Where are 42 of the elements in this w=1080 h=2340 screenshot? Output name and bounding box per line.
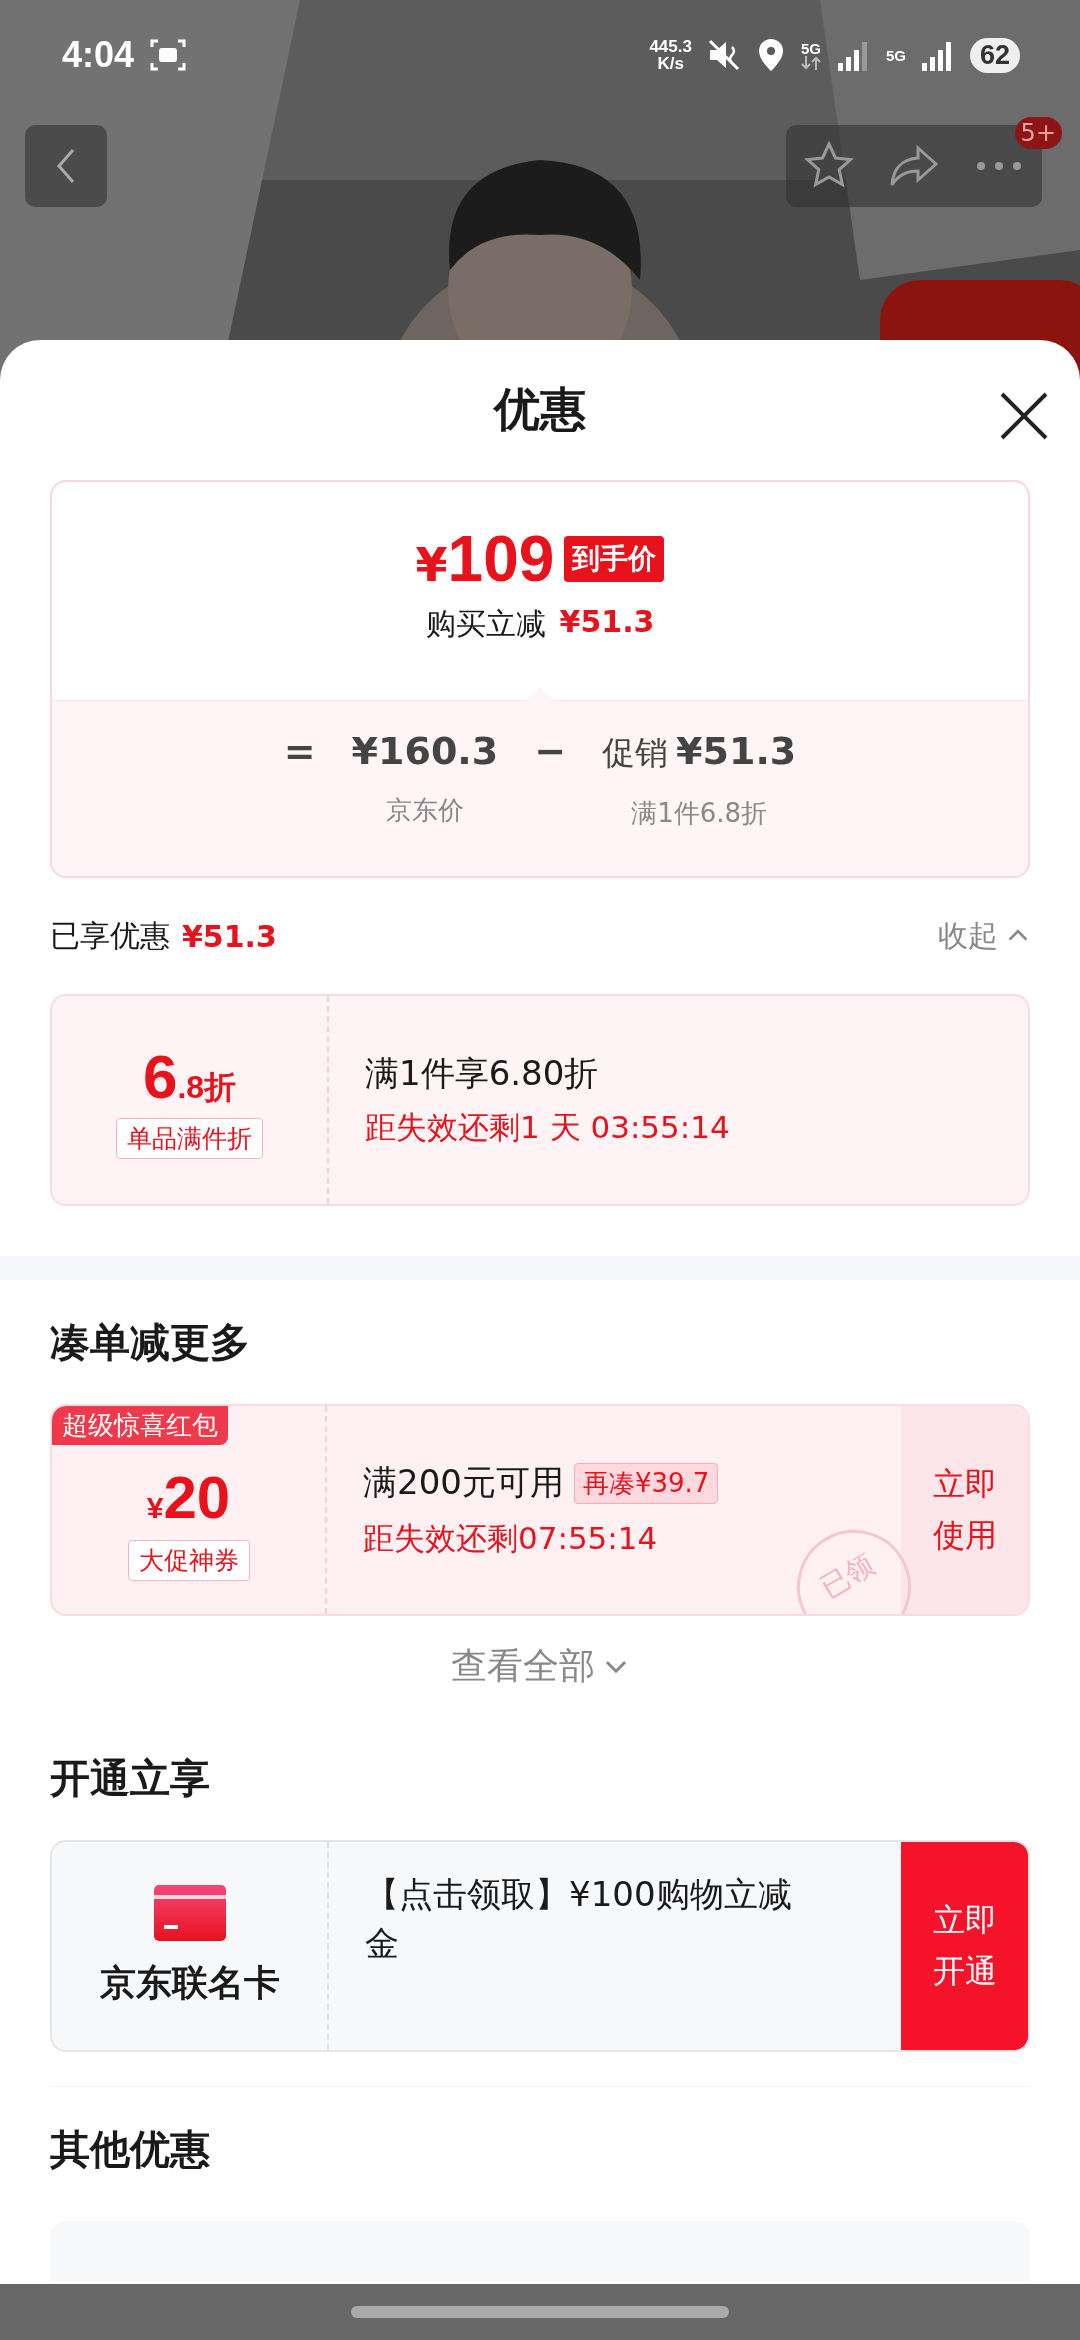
coupon-condition: 满200元可用 [363,1461,564,1504]
amount-caption: 满1件6.8折 [631,797,768,830]
network-type: 5G [885,47,906,63]
card-name: 京东联名卡 [99,1960,280,2005]
activate-button[interactable]: 立即开通 [901,1842,1028,2050]
coupon-amount: ¥20 [146,1463,231,1532]
discount-rule: 满1件享6.80折 [365,1052,600,1095]
price-tag: 到手价 [564,536,665,582]
card-icon [153,1884,226,1941]
data-arrows-icon [799,55,822,70]
saving-amount: ¥51.3 [559,604,655,641]
enjoyed-label: 已享优惠 [50,916,170,955]
sheet-title: 优惠 [494,381,586,438]
amount-label: 促销 [602,732,669,774]
network-speed: 445.3 [649,38,692,55]
saving-label: 购买立减 [425,605,546,643]
view-all-link[interactable]: 查看全部 [0,1616,1080,1716]
network-type: 5G [800,40,821,56]
coupon-ribbon: 超级惊喜红包 [52,1406,228,1445]
amount-value: ¥160.3 [351,729,499,773]
enjoyed-amount: ¥51.3 [182,918,277,954]
collapse-toggle[interactable]: 收起 [938,915,1030,957]
coupon-type-tag: 大促神券 [127,1540,250,1581]
section-title: 凑单减更多 [50,1317,251,1367]
discount-rate: 6.8折 [142,1041,237,1112]
discount-type-tag: 单品满件折 [116,1118,263,1159]
clock-time: 4:04 [62,34,135,76]
operator-sign: − [534,729,567,773]
amount-value: ¥51.3 [676,729,797,773]
section-title: 其他优惠 [50,2124,211,2174]
offer-text: 【点击领取】¥100购物立减金 [364,1873,793,1966]
top-up-tag: 再凑¥39.7 [573,1462,719,1504]
final-price: ¥109 [415,522,555,596]
countdown-text: 距失效还剩07:55:14 [363,1519,659,1558]
section-title: 开通立享 [50,1753,211,1803]
amount-caption: 京东价 [385,794,464,827]
use-now-button[interactable]: 立即使用 [901,1406,1028,1614]
operator-sign: = [283,729,316,773]
close-icon[interactable] [998,390,1050,442]
countdown-text: 距失效还剩1 天 03:55:14 [365,1108,731,1147]
speed-unit: K/s [657,55,684,72]
back-button[interactable] [25,125,107,207]
